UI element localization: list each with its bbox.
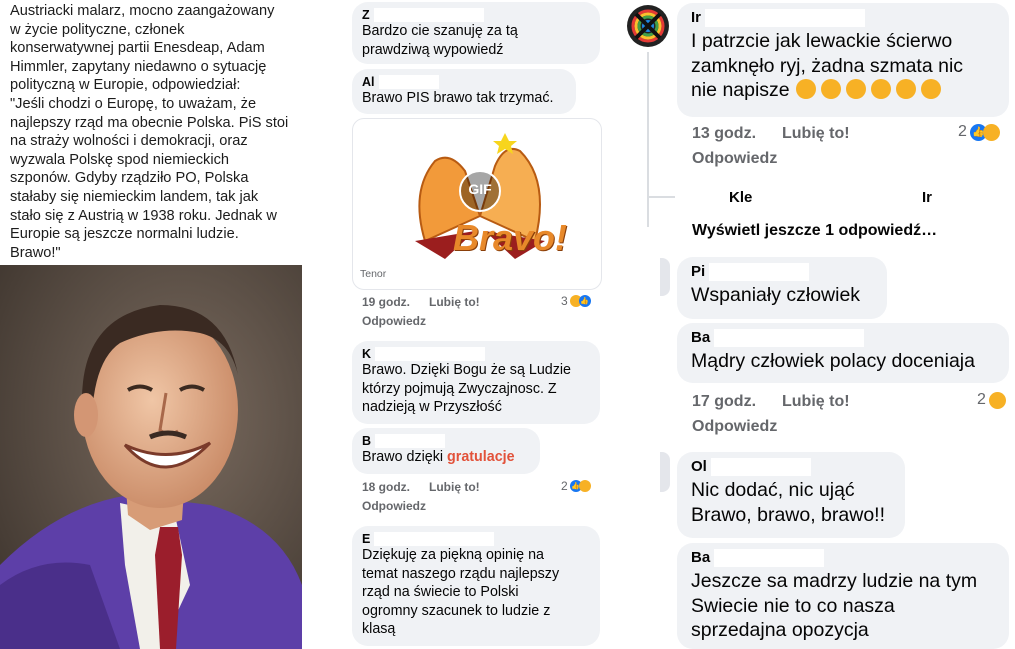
reaction-count[interactable]: 2 [561, 479, 591, 493]
commenter-name[interactable]: Pi [691, 263, 873, 281]
thread-line [647, 52, 649, 227]
comment-bubble: B Brawo dzięki gratulacje [352, 428, 540, 474]
avatar[interactable] [660, 258, 670, 296]
like-link[interactable]: Lubię to! [429, 480, 480, 494]
comment-bubble: Ba Jeszcze sa madrzy ludzie na tym Swieci… [677, 543, 1009, 649]
like-link[interactable]: Lubię to! [782, 393, 850, 411]
laugh-reaction-icon [988, 391, 1006, 409]
view-more-replies[interactable]: Wyświetl jeszcze 1 odpowiedź… [692, 222, 937, 240]
comment-timestamp[interactable]: 13 godz. [692, 125, 756, 143]
gif-attachment[interactable]: GIF Bravo! Tenor [352, 118, 602, 290]
comment-text: Brawo. Dzięki Bogu że są Ludzie którzy po… [362, 362, 572, 415]
comment-timestamp[interactable]: 18 godz. [362, 480, 410, 494]
portrait-photo [0, 265, 302, 649]
reply-link[interactable]: Odpowiedz [362, 499, 426, 513]
comment-text: Bardzo cie szanuję za tą prawdziwą wypowi… [362, 23, 518, 58]
comment-bubble: Al Brawo PIS brawo tak trzymać. [352, 69, 576, 114]
post-line: Austriacki malarz, mocno zaangażowany [10, 3, 275, 19]
comment-timestamp[interactable]: 19 godz. [362, 295, 410, 309]
like-reaction-icon [578, 295, 591, 307]
comment-bubble: Ir I patrzcie jak lewackie ścierwo zamkn… [677, 3, 1009, 117]
reply-preview-tail: Ir [922, 189, 933, 206]
comment-bubble: E Dziękuję za piękną opinię na temat nasz… [352, 526, 600, 646]
post-line: na straży wolności i demokracji, oraz [10, 133, 248, 150]
post-text: Austriacki malarz, mocno zaangażowany w … [10, 2, 295, 262]
thread-line [647, 196, 675, 198]
reply-preview-name[interactable]: Kle [729, 189, 752, 206]
comment-bubble: Ol Nic dodać, nic ująć Brawo, brawo, braw… [677, 452, 905, 538]
comment-bubble: Z Bardzo cie szanuję za tą prawdziwą wypo… [352, 2, 600, 64]
reaction-count[interactable]: 3 [561, 294, 591, 308]
highlighted-word: gratulacje [447, 449, 515, 465]
comment-text: Nic dodać, nic ująć Brawo, brawo, brawo!! [691, 479, 886, 526]
post-line: Brawo!" [10, 244, 61, 261]
post-line: konserwatywnej partii Enesdeap, Adam [10, 40, 265, 57]
comment-timestamp[interactable]: 17 godz. [692, 393, 756, 411]
comment-text: Dziękuję za piękną opinię na temat naszeg… [362, 547, 560, 637]
avatar[interactable] [626, 4, 670, 48]
commenter-name[interactable]: E [362, 532, 590, 546]
comment-bubble: Pi Wspaniały człowiek [677, 257, 887, 319]
comment-text: Jeszcze sa madrzy ludzie na tym Swiecie n… [691, 570, 978, 641]
post-line: w życie polityczne, członek [10, 21, 185, 38]
laugh-emoji-row [790, 79, 942, 101]
reply-link[interactable]: Odpowiedz [692, 418, 777, 436]
avatar[interactable] [660, 452, 670, 492]
reaction-count[interactable]: 2 [977, 391, 1006, 409]
post-line: "Jeśli chodzi o Europę, to uważam, że [10, 95, 257, 112]
comment-bubble: K Brawo. Dzięki Bogu że są Ludzie którzy … [352, 341, 600, 424]
redacted-area [752, 186, 897, 208]
gif-caption: Bravo! [453, 217, 568, 258]
gif-source: Tenor [360, 268, 387, 280]
reply-link[interactable]: Odpowiedz [362, 314, 426, 328]
comment-text: Wspaniały człowiek [691, 284, 861, 306]
like-link[interactable]: Lubię to! [429, 295, 480, 309]
reaction-count[interactable]: 2 [958, 123, 1000, 141]
commenter-name[interactable]: K [362, 347, 590, 361]
comment-bubble: Ba Mądry człowiek polacy doceniaja [677, 323, 1009, 383]
like-link[interactable]: Lubię to! [782, 125, 850, 143]
commenter-name[interactable]: Ol [691, 458, 891, 476]
post-line: Europie są jeszcze normalni ludzie. [10, 226, 239, 243]
laugh-reaction-icon [578, 480, 591, 492]
comment-text: I patrzcie jak lewackie ścierwo zamknęło… [691, 30, 964, 101]
comment-text: Brawo dzięki gratulacje [362, 449, 515, 465]
reply-link[interactable]: Odpowiedz [692, 150, 777, 168]
commenter-name[interactable]: B [362, 434, 530, 448]
post-line: polityczną w Europie, odpowiedział: [10, 77, 241, 94]
comment-text: Mądry człowiek polacy doceniaja [691, 350, 975, 372]
commenter-name[interactable]: Al [362, 75, 566, 89]
commenter-name[interactable]: Ba [691, 549, 995, 567]
post-line: stało się z Austrią w 1938 roku. Jednak … [10, 207, 277, 224]
commenter-name[interactable]: Ba [691, 329, 995, 347]
post-line: stałaby się niemieckim landem, tak jak [10, 188, 259, 205]
post-line: najlepszy rząd ma obecnie Polska. PiS st… [10, 114, 289, 131]
post-line: szponów. Gdyby rządziło PO, Polska [10, 170, 249, 187]
laugh-reaction-icon [982, 123, 1000, 141]
comment-text: Brawo PIS brawo tak trzymać. [362, 90, 554, 106]
commenter-name[interactable]: Ir [691, 9, 995, 27]
post-line: Himmler, zapytany niedawno o sytuację [10, 58, 267, 75]
post-line: wyzwala Polskę spod niemieckich [10, 151, 229, 168]
commenter-name[interactable]: Z [362, 8, 590, 22]
gif-badge: GIF [468, 181, 492, 197]
